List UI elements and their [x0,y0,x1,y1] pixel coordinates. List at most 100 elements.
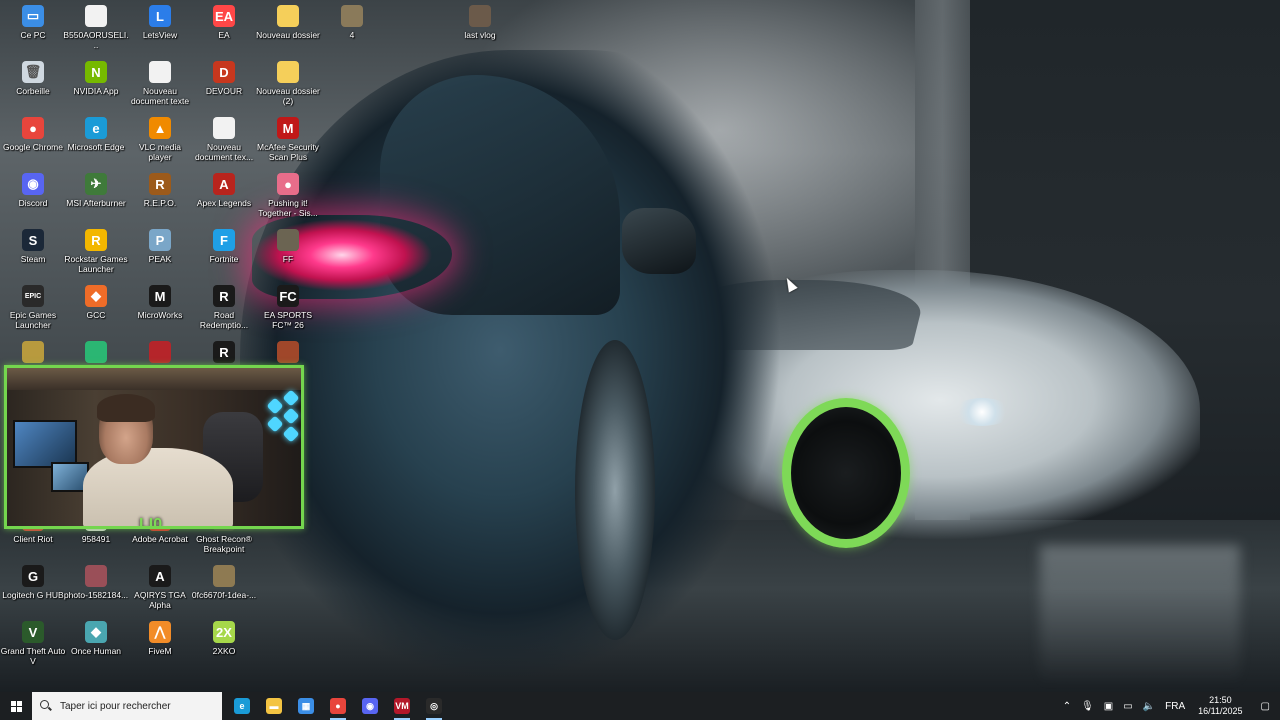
desktop-icon[interactable]: G Logitech G HUB [0,565,66,600]
microphone-icon[interactable]: 🎙 [1076,692,1099,720]
edge-icon: e [234,698,250,714]
taskbar-app-button[interactable]: ▬ [258,692,290,720]
taskbar-app-button[interactable]: e [226,692,258,720]
desktop-icon[interactable]: 0fc6670f-1dea-... [191,565,257,600]
desktop-icon-label: Nouveau dossier (2) [256,86,320,106]
nvidia-icon: N [85,61,107,83]
desktop-icon[interactable]: S Steam [0,229,66,264]
desktop-icon[interactable]: M McAfee Security Scan Plus [255,117,321,162]
desktop-icon[interactable]: Nouveau document texte [127,61,193,106]
msi-afterburner-icon: ✈ [85,173,107,195]
desktop-icon[interactable]: ● Pushing it! Together - Sis... [255,173,321,218]
taskbar-app-button[interactable]: VM [386,692,418,720]
clock[interactable]: 21:50 16/11/2025 [1190,695,1250,717]
desktop-icon[interactable]: last vlog [447,5,513,40]
taskbar-app-button[interactable]: ◎ [418,692,450,720]
desktop-icon[interactable]: M MicroWorks [127,285,193,320]
desktop-icon[interactable]: N NVIDIA App [63,61,129,96]
desktop-icon-label: MSI Afterburner [66,198,126,208]
desktop-icon-label: NVIDIA App [73,86,119,96]
desktop-icon[interactable]: A Apex Legends [191,173,257,208]
wallpaper-floor-reflection [1040,545,1240,685]
mcafee-icon: M [277,117,299,139]
volume-icon[interactable]: 🔈 [1138,692,1160,720]
desktop-icon[interactable]: 2X 2XKO [191,621,257,656]
network-icon[interactable]: ▭ [1118,692,1137,720]
desktop-icon[interactable]: R [191,341,257,366]
desktop-icon-label: B550AORUSELI... [63,30,129,50]
desktop-icon[interactable]: FF [255,229,321,264]
desktop-icon[interactable]: D DEVOUR [191,61,257,96]
desktop-icon[interactable]: L LetsView [127,5,193,40]
desktop-icon[interactable]: P PEAK [127,229,193,264]
wallpaper-headlight [952,398,1012,426]
taskbar: Taper ici pour rechercher e ▬ ▦ ● ◉ VM ◎ ⌃ 🎙 ▣… [0,692,1280,720]
desktop-icon-label: LetsView [142,30,178,40]
image-icon [85,565,107,587]
desktop-icon[interactable]: ◉ Discord [0,173,66,208]
desktop-icon-label: Apex Legends [196,198,252,208]
start-button[interactable] [0,692,32,720]
discord-icon: ◉ [22,173,44,195]
desktop-icon[interactable]: Nouveau dossier (2) [255,61,321,106]
desktop-icon[interactable]: A AQIRYS TGA Alpha [127,565,193,610]
desktop-icon[interactable]: ◆ GCC [63,285,129,320]
desktop-icon[interactable]: photo-1582184... [63,565,129,600]
desktop-icon[interactable]: V Grand Theft Auto V [0,621,66,666]
microworks-icon: M [149,285,171,307]
desktop-icon-label: Client Riot [13,534,53,544]
epic-icon: EPIC [22,285,44,307]
desktop-icon[interactable]: Nouveau document tex... [191,117,257,162]
meet-now-icon[interactable]: ▣ [1099,692,1118,720]
notifications-icon[interactable]: ▢ [1251,692,1280,720]
taskbar-app-button[interactable]: ● [322,692,354,720]
desktop-icon[interactable]: F Fortnite [191,229,257,264]
desktop-icon-label: R.E.P.O. [143,198,177,208]
desktop-icon[interactable] [63,341,129,366]
ea-fc-icon: FC [277,285,299,307]
desktop-icon[interactable]: Nouveau dossier [255,5,321,40]
clock-date: 16/11/2025 [1198,706,1243,716]
desktop-icon[interactable]: R Road Redemptio... [191,285,257,330]
obs-icon: ◎ [426,698,442,714]
desktop-icon[interactable]: ▭ Ce PC [0,5,66,40]
desktop-icon[interactable]: ✈ MSI Afterburner [63,173,129,208]
desktop-icon-label: DEVOUR [205,86,243,96]
app-icon: R [213,341,235,363]
desktop-icon[interactable]: B550AORUSELI... [63,5,129,50]
desktop-icon[interactable]: e Microsoft Edge [63,117,129,152]
image-icon [277,341,299,363]
webcam-monitor [13,420,77,468]
desktop-icon-label: Microsoft Edge [67,142,125,152]
desktop-icon[interactable]: ◆ Once Human [63,621,129,656]
desktop-icon[interactable]: ● Google Chrome [0,117,66,152]
desktop-icon[interactable]: FC EA SPORTS FC™ 26 [255,285,321,330]
desktop-icon[interactable]: EA EA [191,5,257,40]
desktop-icon[interactable] [127,341,193,366]
desktop-icon[interactable]: 4 [319,5,385,40]
once-human-icon: ◆ [85,621,107,643]
vlc-icon: ▲ [149,117,171,139]
folder-icon [277,61,299,83]
apex-icon: A [213,173,235,195]
folder-icon [277,5,299,27]
desktop-icon[interactable]: EPIC Epic Games Launcher [0,285,66,330]
desktop-icon[interactable] [0,341,66,366]
desktop-icon[interactable]: ▲ VLC media player [127,117,193,162]
webcam-light-hex [282,389,300,407]
fortnite-icon: F [213,229,235,251]
language-indicator[interactable]: FRA [1160,692,1190,720]
desktop-icon-label: Grand Theft Auto V [0,646,66,666]
desktop-icon[interactable]: R R.E.P.O. [127,173,193,208]
devour-icon: D [213,61,235,83]
desktop-icon-label: Road Redemptio... [199,310,249,330]
taskbar-search-box[interactable]: Taper ici pour rechercher [32,692,222,720]
show-hidden-icons-chevron-icon[interactable]: ⌃ [1058,692,1076,720]
taskbar-app-button[interactable]: ◉ [354,692,386,720]
desktop-icon[interactable]: ⋀ FiveM [127,621,193,656]
desktop-icon[interactable]: R Rockstar Games Launcher [63,229,129,274]
image-icon [277,229,299,251]
desktop-icon[interactable]: 🗑 Corbeille [0,61,66,96]
taskbar-app-button[interactable]: ▦ [290,692,322,720]
desktop-icon-label: Epic Games Launcher [9,310,57,330]
